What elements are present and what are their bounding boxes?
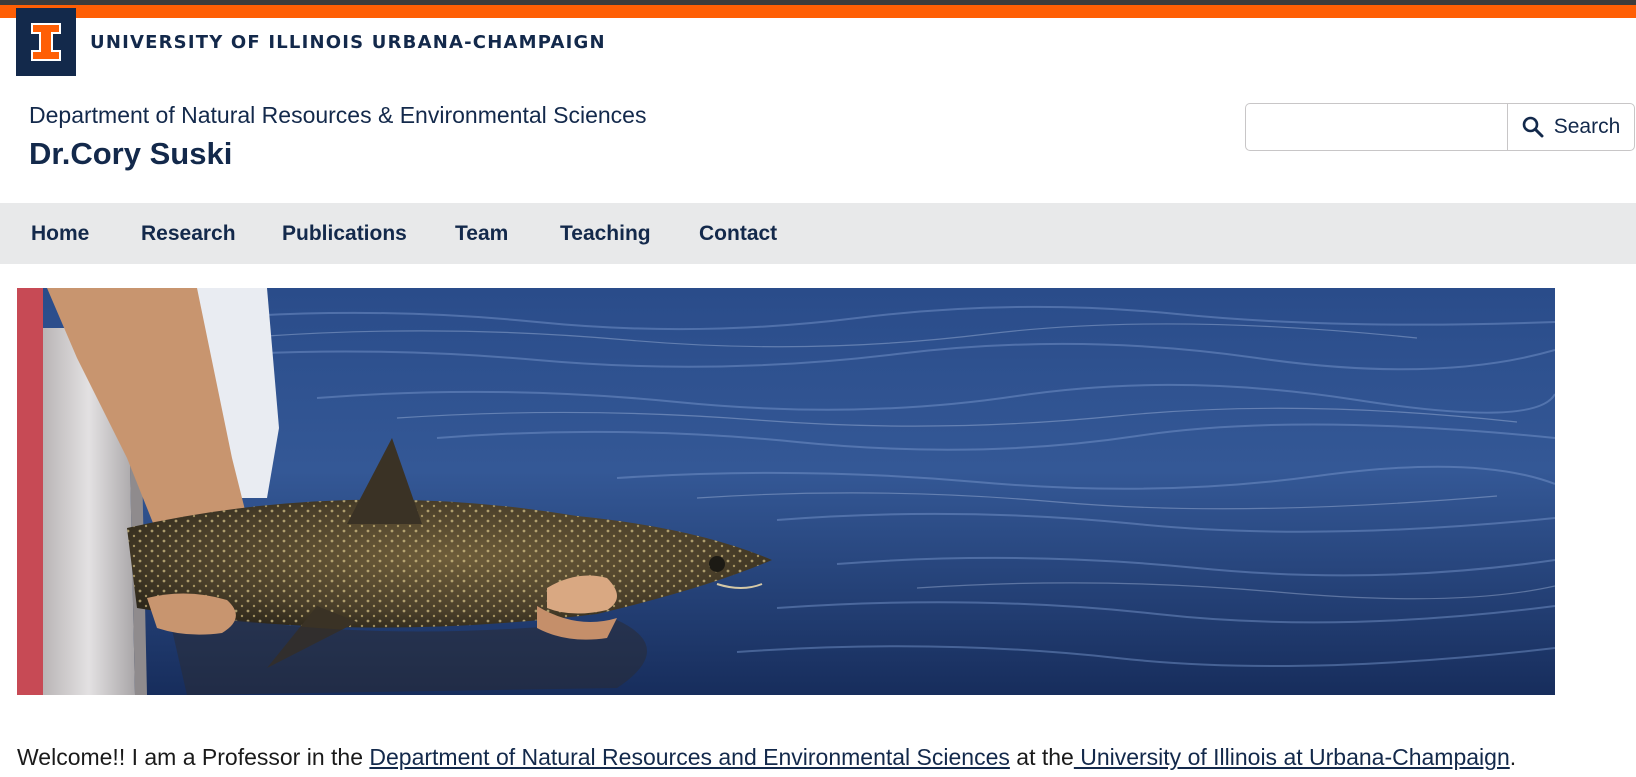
- block-i-logo[interactable]: [16, 8, 76, 76]
- hero-image: [17, 288, 1555, 695]
- welcome-suffix: .: [1509, 744, 1517, 770]
- main-navigation: Home Research Publications Team Teaching…: [0, 203, 1636, 264]
- nav-item-publications[interactable]: Publications: [282, 203, 407, 264]
- nav-item-teaching[interactable]: Teaching: [560, 203, 651, 264]
- search-form: Search: [1245, 103, 1635, 151]
- top-dark-strip: [0, 0, 1636, 5]
- search-icon: [1522, 116, 1544, 138]
- university-link[interactable]: University of Illinois at Urbana-Champai…: [1074, 744, 1510, 770]
- site-title[interactable]: Dr.Cory Suski: [29, 136, 232, 172]
- nav-item-team[interactable]: Team: [455, 203, 508, 264]
- nav-item-research[interactable]: Research: [141, 203, 236, 264]
- department-link[interactable]: Department of Natural Resources and Envi…: [369, 744, 1010, 770]
- search-button[interactable]: Search: [1507, 103, 1635, 151]
- search-button-label: Search: [1553, 115, 1621, 138]
- nav-item-contact[interactable]: Contact: [699, 203, 777, 264]
- welcome-prefix: Welcome!! I am a Professor in the: [17, 744, 370, 770]
- university-name[interactable]: UNIVERSITY OF ILLINOIS URBANA-CHAMPAIGN: [90, 32, 606, 53]
- department-name[interactable]: Department of Natural Resources & Enviro…: [29, 102, 646, 129]
- nav-item-home[interactable]: Home: [31, 203, 89, 264]
- welcome-paragraph: Welcome!! I am a Professor in the Depart…: [17, 744, 1516, 771]
- search-input[interactable]: [1245, 103, 1507, 151]
- welcome-middle: at the: [1009, 744, 1074, 770]
- block-i-icon: [31, 23, 61, 61]
